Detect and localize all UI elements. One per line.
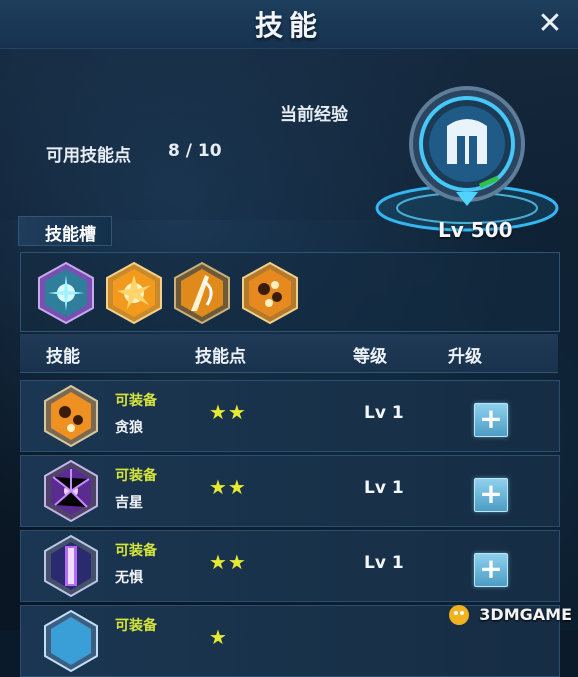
blast-icon[interactable] (239, 261, 301, 325)
row-skill-name: 吉星 (115, 495, 143, 511)
row-stars: ★★ (209, 475, 247, 499)
skill-row[interactable]: 可装备 贪狼 ★★ Lv 1 + (20, 380, 560, 452)
row-status: 可装备 (115, 393, 157, 409)
star-burst-icon[interactable] (35, 261, 97, 325)
upgrade-button[interactable]: + (474, 478, 508, 512)
skill-row[interactable]: 可装备 吉星 ★★ Lv 1 + (20, 455, 560, 527)
title-bar: 技能 ✕ (0, 0, 578, 49)
pillar-icon (44, 534, 98, 598)
row-status: 可装备 (115, 543, 157, 559)
page-title: 技能 (254, 9, 323, 42)
row-skill-name: 贪狼 (115, 420, 143, 436)
header-level: 等级 (353, 347, 387, 367)
skill-table-header: 技能 技能点 等级 升级 (20, 334, 558, 373)
slot-section-header: 技能槽 (18, 216, 112, 246)
slot-section-label: 技能槽 (45, 225, 96, 245)
row-level: Lv 1 (364, 553, 404, 573)
row-status: 可装备 (115, 618, 157, 634)
row-level: Lv 1 (364, 403, 404, 423)
upgrade-button[interactable]: + (474, 553, 508, 587)
row-status: 可装备 (115, 468, 157, 484)
watermark: 3DMGAME (479, 605, 572, 624)
skill-row[interactable]: 可装备 无惧 ★★ Lv 1 + (20, 530, 560, 602)
header-points: 技能点 (195, 347, 246, 367)
row-stars: ★ (209, 625, 228, 649)
helmet-icon (447, 119, 487, 164)
row-stars: ★★ (209, 550, 247, 574)
blast-icon (44, 384, 98, 448)
row-stars: ★★ (209, 400, 247, 424)
row-skill-name: 无惧 (115, 570, 143, 586)
ice-icon (44, 609, 98, 673)
level-label: Lv 500 (438, 218, 513, 242)
slash-icon[interactable] (171, 261, 233, 325)
upgrade-button[interactable]: + (474, 403, 508, 437)
explosion-icon[interactable] (103, 261, 165, 325)
header-skill: 技能 (46, 347, 80, 367)
row-level: Lv 1 (364, 478, 404, 498)
skill-slot-panel (20, 252, 560, 332)
vortex-icon (44, 459, 98, 523)
exp-label: 当前经验 (280, 105, 348, 125)
header-upgrade: 升级 (448, 347, 482, 367)
watermark-logo (449, 605, 469, 625)
close-button[interactable]: ✕ (532, 6, 568, 42)
skill-points-label: 可用技能点 (46, 146, 131, 166)
skill-points-value: 8 / 10 (168, 141, 222, 161)
